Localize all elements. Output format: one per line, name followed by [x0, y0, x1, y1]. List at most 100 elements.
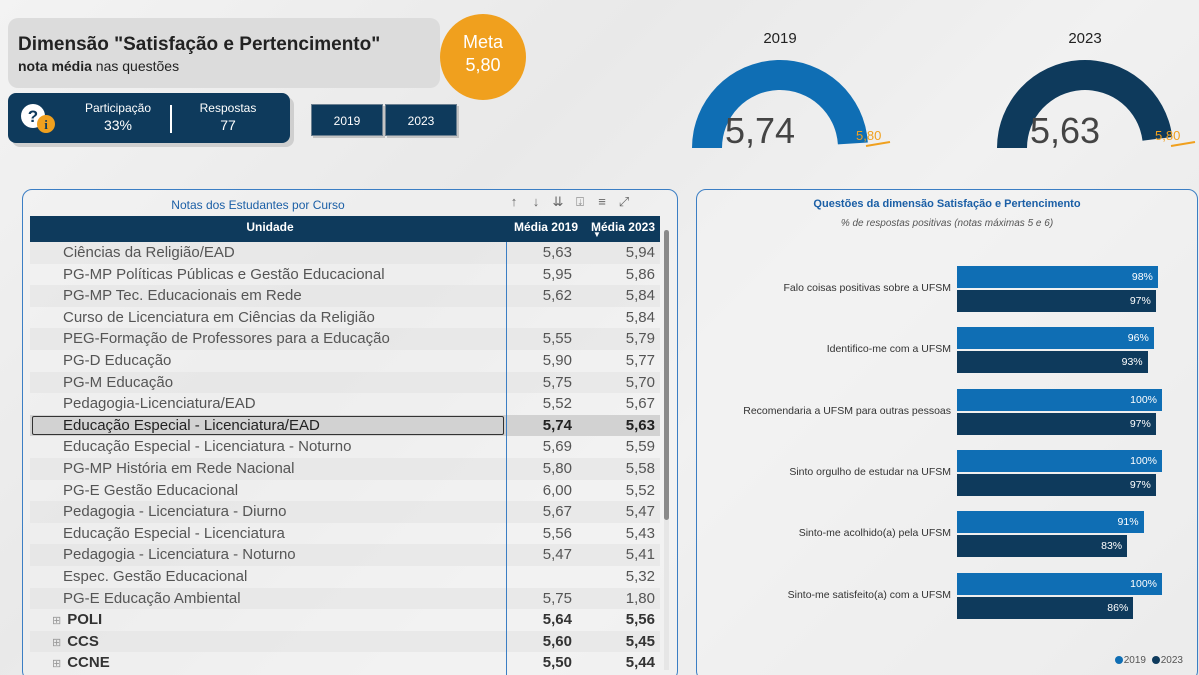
bar-2019[interactable]: 98% — [957, 266, 1158, 288]
cell-unit: PG-E Educação Ambiental — [63, 590, 241, 607]
cell-unit-text: PG-MP Tec. Educacionais em Rede — [63, 287, 302, 305]
table-row[interactable]: Ciências da Religião/EAD 5,63 5,94 — [30, 242, 660, 264]
cell-media-2023: 5,44 — [625, 654, 655, 672]
year-button-2019[interactable]: 2019 — [311, 104, 383, 136]
table-group-row[interactable]: ⊞ POLI 5,64 5,56 — [30, 609, 660, 631]
table-row[interactable]: PEG-Formação de Professores para a Educa… — [30, 328, 660, 350]
cell-media-2019: 5,64 — [542, 611, 572, 629]
sort-up-icon[interactable]: ↑ — [503, 194, 525, 209]
cell-media-2023: 5,86 — [625, 265, 655, 283]
legend-label-2023: 2023 — [1160, 655, 1183, 666]
bar-2023[interactable]: 97% — [957, 473, 1156, 496]
kpi-box: ? i Participação 33% Respostas 77 — [8, 93, 290, 143]
participation-kpi: Participação 33% — [73, 101, 163, 133]
cell-unit: Ciências da Religião/EAD — [63, 244, 235, 261]
scroll-thumb[interactable] — [664, 230, 669, 520]
table-row[interactable]: PG-MP Políticas Públicas e Gestão Educac… — [30, 264, 660, 286]
kpi-divider — [170, 105, 172, 133]
sort-desc-icon: ▼ — [593, 230, 601, 239]
title-box: Dimensão "Satisfação e Pertencimento" no… — [8, 18, 440, 88]
table-row[interactable]: Educação Especial - Licenciatura/EAD 5,74… — [30, 414, 660, 437]
cell-unit: PG-E Gestão Educacional — [63, 482, 238, 499]
cell-media-2019: 5,47 — [542, 546, 572, 564]
cell-media-2019: 5,90 — [542, 351, 572, 369]
cell-unit-text: PG-E Gestão Educacional — [63, 481, 239, 499]
gauge-value: 5,74 — [725, 110, 796, 151]
table-row[interactable]: Espec. Gestão Educacional 5,32 — [30, 566, 660, 588]
expand-plus-icon[interactable]: ⊞ — [52, 658, 61, 670]
visual-toolbar: ↑ ↓ ⇊ ⍗ ≡ ⤢ — [503, 194, 635, 214]
question-info-icon: ? i — [21, 104, 55, 133]
expand-plus-icon[interactable]: ⊞ — [52, 637, 61, 649]
drill-icon[interactable]: ⍗ — [569, 194, 591, 210]
sort-down-icon[interactable]: ↓ — [525, 194, 547, 209]
bar-2023[interactable]: 93% — [957, 351, 1148, 374]
table-row[interactable]: Pedagogia - Licenciatura - Diurno 5,67 5,4… — [30, 501, 660, 523]
bar-2023[interactable]: 86% — [957, 596, 1134, 619]
focus-mode-icon[interactable]: ⤢ — [613, 194, 635, 210]
table-group-row[interactable]: ⊞ CCNE 5,50 5,44 — [30, 652, 660, 674]
chart-title: Questões da dimensão Satisfação e Perten… — [813, 198, 1081, 210]
table-row[interactable]: Educação Especial - Licenciatura - Notur… — [30, 436, 660, 458]
cell-media-2023: 5,43 — [625, 524, 655, 542]
gauge-target: 5,80 — [1155, 128, 1181, 143]
bar-2019[interactable]: 91% — [957, 511, 1144, 534]
participation-label: Participação — [84, 101, 152, 115]
course-table-panel: Notas dos Estudantes por Curso ↑ ↓ ⇊ ⍗ ≡ ⤢ Un… — [22, 189, 678, 675]
gauge-target: 5,80 — [856, 128, 882, 143]
chart-category-label: Identifico-me com a UFSM — [826, 343, 951, 356]
table-row[interactable]: PG-MP História em Rede Nacional 5,80 5,58 — [30, 457, 660, 480]
cell-media-2019: 5,55 — [542, 330, 572, 348]
filter-icon[interactable]: ≡ — [591, 194, 613, 209]
expand-all-icon[interactable]: ⇊ — [547, 194, 569, 210]
bar-2019[interactable]: 100% — [957, 449, 1162, 472]
cell-media-2019: 5,74 — [542, 416, 572, 434]
cell-media-2019: 5,75 — [542, 589, 572, 607]
legend-label-2019: 2019 — [1123, 655, 1146, 666]
gauge-2023: 2023 5,63 5,80 — [955, 30, 1199, 160]
cell-unit: PG-MP História em Rede Nacional — [63, 460, 294, 477]
cell-unit: Educação Especial - Licenciatura — [63, 525, 285, 542]
bar-2019[interactable]: 96% — [957, 327, 1154, 350]
table-row[interactable]: PG-E Educação Ambiental 5,75 1,80 — [30, 587, 660, 610]
bar-2023[interactable]: 97% — [957, 412, 1156, 435]
table-scrollbar[interactable] — [664, 230, 669, 670]
bar-2019[interactable]: 100% — [957, 572, 1162, 595]
cell-media-2019: 5,63 — [542, 244, 572, 261]
gauge-2019: 2019 5,74 5,80 — [650, 30, 910, 160]
chart-category-label: Sinto-me satisfeito(a) com a UFSM — [787, 588, 951, 601]
cell-unit: ⊞ POLI — [52, 611, 102, 628]
table-row[interactable]: PG-M Educação 5,75 5,70 — [30, 371, 660, 394]
cell-unit: Curso de Licenciatura em Ciências da Rel… — [63, 309, 375, 326]
cell-unit-text: PG-MP História em Rede Nacional — [63, 459, 295, 477]
cell-media-2023: 5,45 — [625, 632, 655, 650]
chart-category-label: Falo coisas positivas sobre a UFSM — [783, 282, 951, 294]
gauge-value: 5,63 — [1030, 110, 1101, 151]
cell-unit: Espec. Gestão Educacional — [63, 568, 247, 585]
table-row[interactable]: Educação Especial - Licenciatura 5,56 5,43 — [30, 523, 660, 545]
table-row[interactable]: Pedagogia - Licenciatura - Noturno 5,47 5,… — [30, 544, 660, 566]
svg-text:?: ? — [28, 107, 38, 126]
chart-category-label: Sinto orgulho de estudar na UFSM — [789, 465, 951, 478]
bar-2023[interactable]: 83% — [957, 535, 1128, 558]
bar-2023[interactable]: 97% — [957, 290, 1156, 312]
table-row[interactable]: PG-D Educação 5,90 5,77 — [30, 350, 660, 372]
year-button-2023[interactable]: 2023 — [385, 104, 457, 136]
meta-value: 5,80 — [465, 55, 501, 75]
cell-unit: PEG-Formação de Professores para a Educa… — [63, 330, 390, 347]
cell-unit-text: Ciências da Religião/EAD — [63, 244, 235, 261]
table-row[interactable]: PG-E Gestão Educacional 6,00 5,52 — [30, 480, 660, 502]
cell-unit-text: Educação Especial - Licenciatura — [63, 524, 285, 542]
column-header-unit[interactable]: Unidade — [30, 220, 510, 234]
table-row[interactable]: Pedagogia-Licenciatura/EAD 5,52 5,67 — [30, 393, 660, 415]
table-group-row[interactable]: ⊞ CCS 5,60 5,45 — [30, 630, 660, 653]
bar-2019[interactable]: 100% — [957, 388, 1162, 411]
table-row[interactable]: PG-MP Tec. Educacionais em Rede 5,62 5,84 — [30, 285, 660, 307]
cell-media-2023: 5,52 — [625, 481, 655, 499]
legend-dot-2019 — [1114, 656, 1123, 664]
cell-unit: ⊞ CCNE — [52, 654, 110, 671]
column-header-media-2019[interactable]: Média 2019 — [512, 220, 578, 234]
table-row[interactable]: Curso de Licenciatura em Ciências da Rel… — [30, 307, 660, 329]
expand-plus-icon[interactable]: ⊞ — [52, 615, 61, 627]
cell-unit-text: PG-M Educação — [63, 373, 174, 391]
